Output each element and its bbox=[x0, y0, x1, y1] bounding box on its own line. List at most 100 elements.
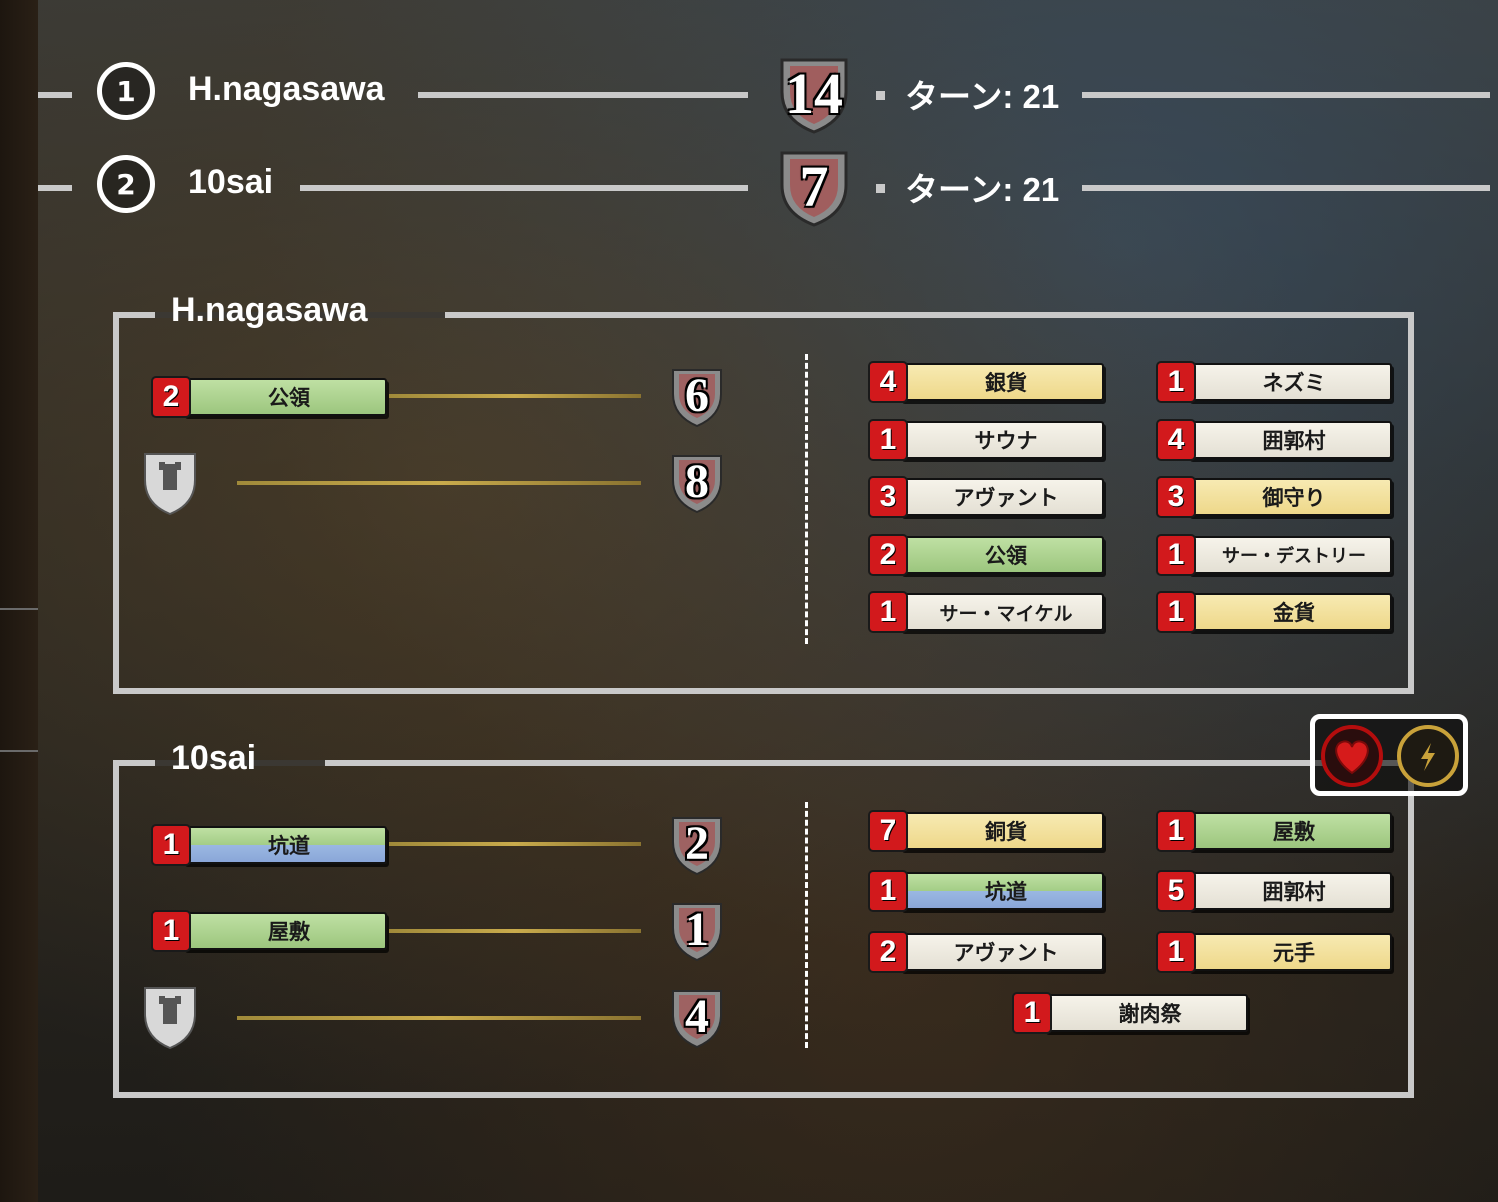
card-count: 1 bbox=[151, 910, 191, 952]
card-count: 1 bbox=[1156, 931, 1196, 973]
card-name: アヴァント bbox=[900, 478, 1104, 516]
deck-card[interactable]: 4 囲郭村 bbox=[1156, 419, 1392, 461]
card-name: 囲郭村 bbox=[1188, 872, 1392, 910]
card-count: 1 bbox=[1156, 534, 1196, 576]
rank-badge: 2 bbox=[97, 155, 155, 213]
card-count: 1 bbox=[151, 824, 191, 866]
turn-count: ターン: 21 bbox=[905, 171, 1060, 208]
deck-card[interactable]: 1 坑道 bbox=[868, 870, 1104, 912]
deck-card[interactable]: 1 金貨 bbox=[1156, 591, 1392, 633]
panel-player-name: 10sai bbox=[171, 739, 257, 777]
vp-card-row[interactable]: 1 坑道 bbox=[151, 824, 387, 866]
deck-card[interactable]: 2 アヴァント bbox=[868, 931, 1104, 973]
card-name: 屋敷 bbox=[1188, 812, 1392, 850]
deck-card[interactable]: 3 御守り bbox=[1156, 476, 1392, 518]
vp-card-row[interactable]: 1 屋敷 bbox=[151, 910, 387, 952]
turn-count: ターン: 21 bbox=[905, 78, 1060, 115]
vp-shield-icon: 14 bbox=[776, 54, 852, 134]
deck-card[interactable]: 1 謝肉祭 bbox=[1012, 992, 1248, 1034]
lightning-icon[interactable] bbox=[1397, 725, 1459, 787]
status-icons bbox=[1310, 714, 1468, 796]
deck-card[interactable]: 1 サウナ bbox=[868, 419, 1104, 461]
card-count: 3 bbox=[1156, 476, 1196, 518]
card-count: 1 bbox=[1012, 992, 1052, 1034]
card-name: サー・マイケル bbox=[900, 593, 1104, 631]
card-count: 1 bbox=[868, 419, 908, 461]
ranking-row: 1 H.nagasawa 14 ターン: 21 bbox=[0, 58, 1498, 134]
card-count: 4 bbox=[868, 361, 908, 403]
deck-card[interactable]: 1 サー・デストリー bbox=[1156, 534, 1392, 576]
card-name: 謝肉祭 bbox=[1044, 994, 1248, 1032]
card-name: 屋敷 bbox=[183, 912, 387, 950]
card-count: 2 bbox=[868, 534, 908, 576]
deck-card[interactable]: 1 屋敷 bbox=[1156, 810, 1392, 852]
player-name[interactable]: H.nagasawa bbox=[188, 70, 385, 109]
castle-token-icon bbox=[141, 448, 199, 516]
card-count: 2 bbox=[151, 376, 191, 418]
card-name: 金貨 bbox=[1188, 593, 1392, 631]
deck-card[interactable]: 4 銀貨 bbox=[868, 361, 1104, 403]
card-name: サウナ bbox=[900, 421, 1104, 459]
ranking-row: 2 10sai 7 ターン: 21 bbox=[0, 151, 1498, 227]
leader-line bbox=[237, 481, 641, 485]
leader-line bbox=[389, 394, 641, 398]
castle-token-icon bbox=[141, 982, 199, 1050]
deck-card[interactable]: 5 囲郭村 bbox=[1156, 870, 1392, 912]
card-name: 坑道 bbox=[900, 872, 1104, 910]
vp-shield-icon: 1 bbox=[669, 900, 725, 962]
card-count: 4 bbox=[1156, 419, 1196, 461]
card-count: 3 bbox=[868, 476, 908, 518]
card-name: 坑道 bbox=[183, 826, 387, 864]
vp-shield-icon: 8 bbox=[669, 452, 725, 514]
card-name: ネズミ bbox=[1188, 363, 1392, 401]
vp-shield-icon: 4 bbox=[669, 987, 725, 1049]
deck-card[interactable]: 3 アヴァント bbox=[868, 476, 1104, 518]
deck-card[interactable]: 1 ネズミ bbox=[1156, 361, 1392, 403]
card-name: 公領 bbox=[900, 536, 1104, 574]
leader-line bbox=[389, 842, 641, 846]
panel-divider bbox=[805, 802, 808, 1048]
rank-badge: 1 bbox=[97, 62, 155, 120]
deck-card[interactable]: 2 公領 bbox=[868, 534, 1104, 576]
separator-dot bbox=[876, 91, 885, 100]
card-count: 7 bbox=[868, 810, 908, 852]
deck-card[interactable]: 1 元手 bbox=[1156, 931, 1392, 973]
total-score: 7 bbox=[799, 154, 829, 219]
separator-dot bbox=[876, 184, 885, 193]
card-count: 1 bbox=[1156, 810, 1196, 852]
vp-card-row[interactable]: 2 公領 bbox=[151, 376, 387, 418]
vp-points: 4 bbox=[685, 990, 709, 1043]
vp-shield-icon: 2 bbox=[669, 814, 725, 876]
vp-shield-icon: 6 bbox=[669, 366, 725, 428]
card-count: 1 bbox=[1156, 591, 1196, 633]
vp-shield-icon: 7 bbox=[776, 147, 852, 227]
panel-player-name: H.nagasawa bbox=[171, 291, 368, 329]
card-name: 銀貨 bbox=[900, 363, 1104, 401]
vp-points: 1 bbox=[685, 903, 709, 956]
leader-line bbox=[237, 1016, 641, 1020]
card-name: 囲郭村 bbox=[1188, 421, 1392, 459]
deck-card[interactable]: 7 銅貨 bbox=[868, 810, 1104, 852]
total-score: 14 bbox=[785, 61, 843, 126]
deck-card[interactable]: 1 サー・マイケル bbox=[868, 591, 1104, 633]
card-name: サー・デストリー bbox=[1188, 536, 1392, 574]
card-name: アヴァント bbox=[900, 933, 1104, 971]
card-count: 2 bbox=[868, 931, 908, 973]
card-name: 御守り bbox=[1188, 478, 1392, 516]
player-panel: H.nagasawa 2 公領 6 8 4 銀貨 1 ネズミ 1 サウナ 4 囲郭村 3… bbox=[113, 291, 1414, 694]
card-count: 5 bbox=[1156, 870, 1196, 912]
card-name: 元手 bbox=[1188, 933, 1392, 971]
card-name: 公領 bbox=[183, 378, 387, 416]
card-count: 1 bbox=[868, 870, 908, 912]
card-name: 銅貨 bbox=[900, 812, 1104, 850]
panel-divider bbox=[805, 354, 808, 644]
heart-icon[interactable] bbox=[1321, 725, 1383, 787]
vp-points: 8 bbox=[685, 455, 709, 508]
leader-line bbox=[389, 929, 641, 933]
vp-points: 6 bbox=[685, 369, 709, 422]
player-name[interactable]: 10sai bbox=[188, 163, 273, 202]
card-count: 1 bbox=[868, 591, 908, 633]
vp-points: 2 bbox=[685, 817, 709, 870]
card-count: 1 bbox=[1156, 361, 1196, 403]
player-panel: 10sai 1 坑道 2 1 屋敷 1 4 7 銅貨 1 屋敷 1 坑道 5 囲郭村 2… bbox=[113, 739, 1414, 1098]
